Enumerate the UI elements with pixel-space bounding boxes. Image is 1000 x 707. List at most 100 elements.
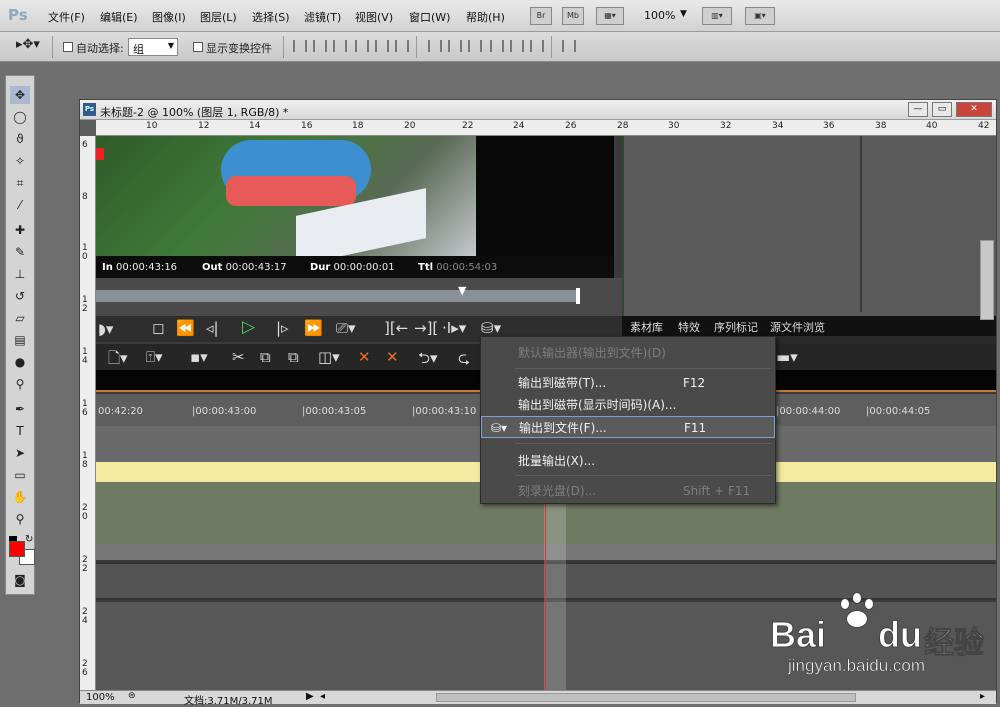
type-tool-icon[interactable]: T (10, 422, 30, 440)
play-to-button[interactable]: ⎚▾ (336, 319, 356, 337)
view-extras-button[interactable]: ▦▾ (596, 7, 624, 25)
open-icon[interactable]: ⍐▾ (146, 348, 163, 366)
loop-icon[interactable]: ◗▾ (98, 320, 113, 338)
tab-library[interactable]: 素材库 (630, 319, 663, 335)
pen-tool-icon[interactable]: ✒ (10, 400, 30, 418)
tab-effects[interactable]: 特效 (678, 319, 700, 335)
hand-tool-icon[interactable]: ✋ (10, 488, 30, 506)
ruler-label: 30 (668, 121, 680, 131)
menu-edit[interactable]: 编辑(E) (100, 9, 138, 25)
step-back-button[interactable]: ◃| (206, 319, 219, 337)
menu-item-output-to-tape-timecode[interactable]: 输出到磁带(显示时间码)(A)... (481, 394, 775, 416)
distribute-vcenter-icon[interactable] (448, 40, 462, 52)
menu-item-default-output[interactable]: 默认输出器(输出到文件)(D) (481, 342, 775, 364)
gradient-tool-icon[interactable]: ▤ (10, 331, 30, 349)
ripple-delete-icon[interactable]: ✕ (386, 348, 399, 366)
distribute-bottom-icon[interactable] (468, 40, 482, 52)
align-bottom-icon[interactable] (333, 40, 347, 52)
menu-select[interactable]: 选择(S) (252, 9, 290, 25)
tab-sequence-markers[interactable]: 序列标记 (714, 319, 758, 335)
menu-item-output-to-tape[interactable]: 输出到磁带(T)... F12 (481, 372, 775, 394)
menu-window[interactable]: 窗口(W) (409, 9, 450, 25)
quick-mask-icon[interactable]: ◙ (10, 571, 30, 589)
menu-item-output-to-file[interactable]: ⛁▾ 输出到文件(F)... F11 (481, 416, 775, 438)
zoom-field[interactable]: 100% (86, 692, 115, 703)
paste-icon[interactable]: ⧉ (288, 348, 299, 366)
move-tool-icon[interactable]: ✥ (10, 86, 30, 104)
menu-filter[interactable]: 滤镜(T) (304, 9, 341, 25)
scroll-left-icon[interactable]: ◂ (320, 691, 325, 702)
distribute-hcenter-icon[interactable] (510, 40, 524, 52)
menu-help[interactable]: 帮助(H) (466, 9, 505, 25)
menu-item-burn-disc[interactable]: 刻录光盘(D)... Shift + F11 (481, 480, 775, 502)
maximize-button[interactable]: ▭ (932, 102, 952, 117)
scroll-right-icon[interactable]: ▸ (980, 691, 985, 702)
path-select-tool-icon[interactable]: ➤ (10, 444, 30, 462)
dodge-tool-icon[interactable]: ⚲ (10, 375, 30, 393)
eraser-tool-icon[interactable]: ▱ (10, 309, 30, 327)
copy-icon[interactable]: ⧉ (260, 348, 271, 366)
paste-attributes-icon[interactable]: ◫▾ (318, 348, 340, 366)
rewind-button[interactable]: ⏪ (176, 319, 195, 337)
menu-item-batch-output[interactable]: 批量输出(X)... (481, 450, 775, 472)
foreground-color-swatch[interactable] (9, 541, 25, 557)
screen-mode-button[interactable]: ▣▾ (745, 7, 775, 25)
status-menu-arrow-icon[interactable]: ▶ (306, 691, 314, 702)
tab-source-browser[interactable]: 源文件浏览 (770, 319, 825, 335)
arrange-documents-button[interactable]: ▥▾ (702, 7, 732, 25)
shape-tool-icon[interactable]: ▭ (10, 466, 30, 484)
mark-in-button[interactable]: ][← (384, 319, 408, 337)
playhead-marker-icon[interactable]: ▼ (458, 284, 466, 297)
blur-tool-icon[interactable]: ● (10, 353, 30, 371)
delete-icon[interactable]: ✕ (358, 348, 371, 366)
cut-icon[interactable]: ✂ (232, 348, 245, 366)
crop-tool-icon[interactable]: ⌗ (10, 174, 30, 192)
history-brush-icon[interactable]: ↺ (10, 287, 30, 305)
mark-out-button[interactable]: →][ (414, 319, 438, 337)
align-left-icon[interactable] (355, 40, 369, 52)
distribute-top-icon[interactable] (428, 40, 442, 52)
lasso-tool-icon[interactable]: ϑ (10, 130, 30, 148)
zoom-dropdown-icon[interactable]: ▼ (680, 9, 687, 19)
align-vcenter-icon[interactable] (313, 40, 327, 52)
menu-layer[interactable]: 图层(L) (200, 9, 237, 25)
fast-forward-button[interactable]: ⏩ (304, 319, 323, 337)
brush-tool-icon[interactable]: ✎ (10, 243, 30, 261)
distribute-left-icon[interactable] (490, 40, 504, 52)
auto-align-layers-icon[interactable] (562, 40, 576, 52)
move-tool-preset-icon[interactable]: ▸✥▾ (16, 37, 40, 52)
align-hcenter-icon[interactable] (375, 40, 389, 52)
menu-file[interactable]: 文件(F) (48, 9, 85, 25)
view-options-icon[interactable]: ▬▾ (776, 348, 798, 366)
output-button[interactable]: ⛁▾ (481, 319, 501, 337)
step-forward-button[interactable]: |▹ (276, 319, 289, 337)
vertical-scrollbar-thumb[interactable] (980, 240, 994, 320)
menu-view[interactable]: 视图(V) (355, 9, 393, 25)
insert-button[interactable]: ·I▸▾ (442, 319, 466, 337)
status-icon[interactable]: ⊜ (128, 691, 136, 701)
distribute-right-icon[interactable] (530, 40, 544, 52)
play-button[interactable]: ▷ (242, 317, 255, 337)
scrub-bar[interactable] (96, 290, 580, 302)
stop-button[interactable]: ◻ (152, 319, 164, 337)
autoselect-checkbox[interactable] (63, 40, 73, 53)
marquee-tool-icon[interactable]: ◯ (10, 108, 30, 126)
quick-select-tool-icon[interactable]: ✧ (10, 152, 30, 170)
mini-bridge-button[interactable]: Mb (562, 7, 584, 25)
eyedropper-tool-icon[interactable]: ⁄ (10, 196, 30, 214)
minimize-button[interactable]: — (908, 102, 928, 117)
horizontal-scrollbar-thumb[interactable] (436, 693, 856, 702)
autoselect-dropdown[interactable]: 组 ▼ (128, 38, 178, 56)
menu-image[interactable]: 图像(I) (152, 9, 186, 25)
align-right-icon[interactable] (395, 40, 409, 52)
swap-colors-icon[interactable]: ↻ (25, 534, 33, 545)
save-icon[interactable]: ▪▾ (190, 348, 208, 366)
healing-brush-icon[interactable]: ✚ (10, 221, 30, 239)
align-top-icon[interactable] (293, 40, 307, 52)
zoom-level[interactable]: 100% (644, 9, 675, 22)
stamp-tool-icon[interactable]: ⊥ (10, 265, 30, 283)
zoom-tool-icon[interactable]: ⚲ (10, 510, 30, 528)
close-button[interactable]: ✕ (956, 102, 992, 117)
show-transform-checkbox[interactable] (193, 40, 203, 53)
bridge-button[interactable]: Br (530, 7, 552, 25)
